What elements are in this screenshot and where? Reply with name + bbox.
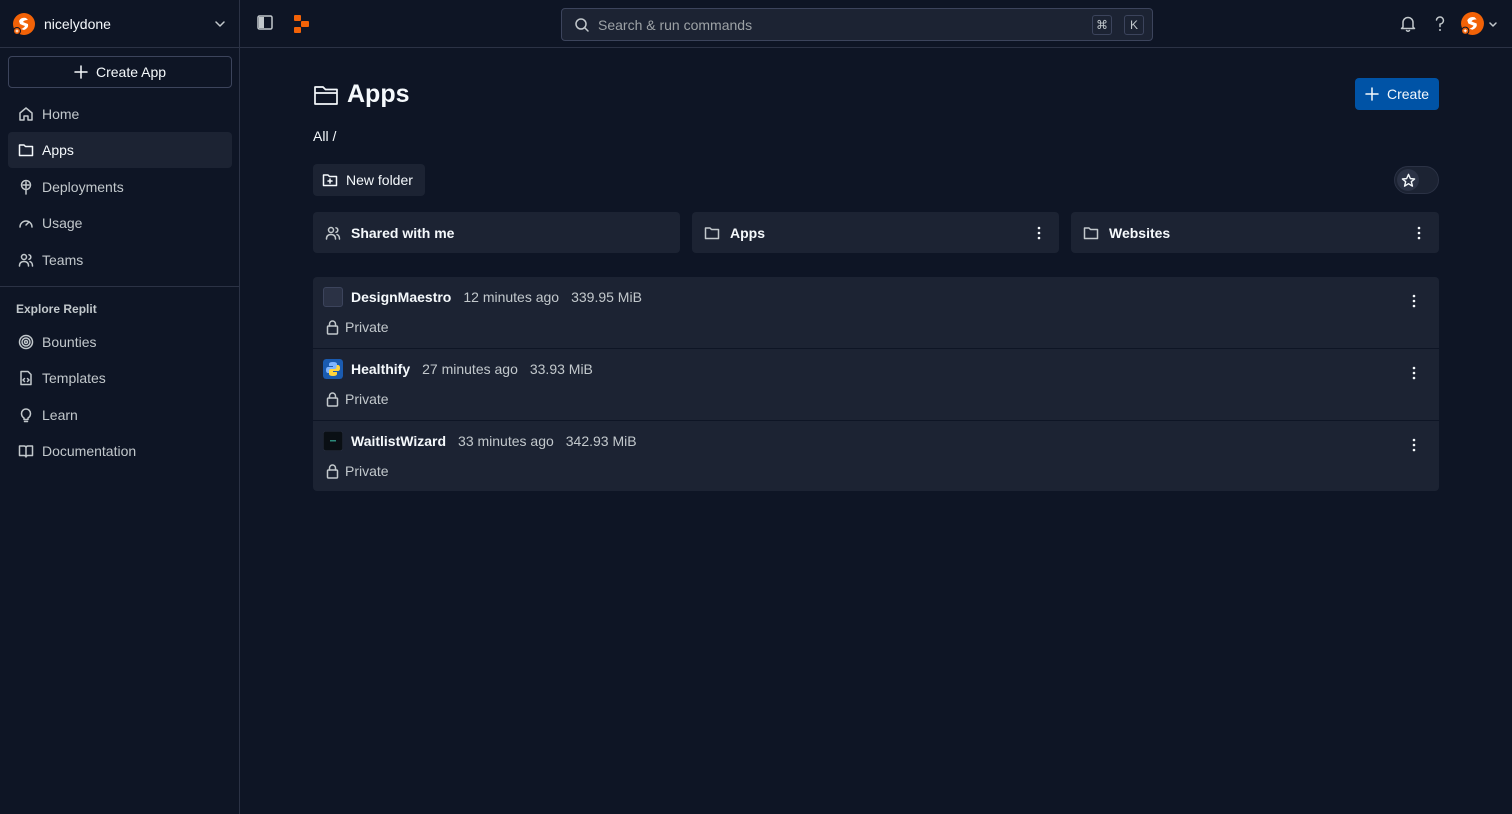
folder-label: Shared with me [351, 224, 455, 241]
folder-websites[interactable]: Websites [1071, 212, 1439, 253]
shortcut-key-cmd: ⌘ [1092, 14, 1112, 35]
kebab-menu-icon[interactable] [1031, 225, 1047, 241]
new-folder-label: New folder [346, 172, 413, 188]
sidebar-item-home[interactable]: Home [8, 96, 232, 132]
bounty-icon [18, 334, 34, 350]
create-button[interactable]: Create [1355, 78, 1439, 110]
lock-icon [326, 319, 339, 335]
sidebar-item-label: Teams [42, 252, 84, 268]
folder-shared-with-me[interactable]: Shared with me [313, 212, 680, 253]
workspace-name: nicelydone [44, 16, 111, 32]
sidebar-item-learn[interactable]: Learn [8, 397, 232, 433]
app-row-waitlistwizard[interactable]: WaitlistWizard 33 minutes ago 342.93 MiB… [313, 420, 1439, 491]
folder-label: Apps [730, 224, 765, 241]
toggle-knob [1397, 169, 1419, 191]
users-icon [18, 253, 34, 267]
star-icon [1401, 173, 1415, 187]
app-row-designmaestro[interactable]: DesignMaestro 12 minutes ago 339.95 MiB … [313, 277, 1439, 348]
sidebar-item-label: Deployments [42, 179, 124, 195]
lock-icon [326, 463, 339, 479]
search-placeholder: Search & run commands [598, 16, 753, 33]
lock-icon [326, 391, 339, 407]
kebab-menu-icon[interactable] [1406, 437, 1422, 453]
users-icon [325, 226, 341, 240]
favorites-toggle[interactable] [1394, 166, 1439, 194]
new-folder-button[interactable]: New folder [313, 164, 425, 196]
sidebar-divider [0, 286, 240, 287]
home-icon [19, 107, 33, 121]
help-icon[interactable] [1433, 15, 1447, 33]
app-list: DesignMaestro 12 minutes ago 339.95 MiB … [313, 277, 1439, 491]
folder-icon [1083, 226, 1099, 239]
chevron-down-icon [215, 21, 225, 27]
sidebar-item-label: Templates [42, 370, 106, 386]
app-visibility: Private [345, 391, 389, 407]
gauge-icon [19, 220, 33, 228]
topbar-divider [0, 47, 1512, 48]
workspace-switcher[interactable]: nicelydone [8, 8, 232, 40]
app-time: 33 minutes ago [458, 433, 554, 449]
command-search-bar[interactable]: Search & run commands ⌘ K [561, 8, 1153, 41]
explore-heading: Explore Replit [16, 302, 97, 316]
deployments-icon [20, 179, 32, 195]
sidebar: nicelydone Create App Home Apps Deployme… [0, 0, 240, 814]
sidebar-item-documentation[interactable]: Documentation [8, 433, 232, 469]
bell-icon[interactable] [1400, 15, 1416, 33]
folder-plus-icon [322, 174, 338, 187]
folder-icon [18, 144, 34, 157]
search-icon [575, 17, 589, 32]
shortcut-key-k: K [1124, 14, 1144, 35]
app-time: 12 minutes ago [463, 289, 560, 305]
sidebar-toggle-icon[interactable] [257, 14, 273, 32]
lightbulb-icon [20, 408, 32, 423]
replit-logo-icon[interactable] [293, 15, 310, 33]
breadcrumb[interactable]: All / [313, 128, 336, 144]
app-time: 27 minutes ago [422, 361, 518, 377]
app-name[interactable]: Healthify [351, 361, 410, 377]
sidebar-item-deployments[interactable]: Deployments [8, 169, 232, 205]
app-size: 339.95 MiB [571, 289, 642, 305]
python-icon [323, 359, 343, 379]
app-name[interactable]: WaitlistWizard [351, 433, 446, 449]
sidebar-item-bounties[interactable]: Bounties [8, 324, 232, 360]
user-menu[interactable] [1460, 11, 1498, 36]
plus-icon [74, 65, 88, 79]
create-app-label: Create App [95, 64, 167, 80]
kebab-menu-icon[interactable] [1411, 225, 1427, 241]
app-icon [323, 431, 343, 451]
sidebar-item-label: Apps [42, 142, 74, 158]
workspace-avatar [13, 13, 35, 35]
app-name[interactable]: DesignMaestro [351, 289, 451, 305]
app-size: 33.93 MiB [529, 361, 593, 377]
template-icon [20, 370, 32, 386]
book-icon [18, 445, 34, 458]
app-row-healthify[interactable]: Healthify 27 minutes ago 33.93 MiB Priva… [313, 348, 1439, 419]
page-title: Apps [313, 80, 410, 109]
folder-label: Websites [1109, 224, 1171, 241]
folder-icon [704, 226, 720, 239]
sidebar-item-label: Documentation [42, 443, 137, 459]
app-visibility: Private [345, 319, 389, 335]
page-title-text: Apps [347, 80, 410, 108]
sidebar-item-templates[interactable]: Templates [8, 360, 232, 396]
sidebar-item-label: Usage [42, 215, 83, 231]
plus-icon [1365, 87, 1379, 101]
app-size: 342.93 MiB [565, 433, 637, 449]
folder-icon [314, 85, 338, 105]
app-visibility: Private [345, 463, 389, 479]
sidebar-item-label: Bounties [42, 334, 97, 350]
create-app-button[interactable]: Create App [8, 56, 232, 88]
sidebar-item-label: Home [42, 106, 80, 122]
sidebar-item-apps[interactable]: Apps [8, 132, 232, 168]
sidebar-item-teams[interactable]: Teams [8, 242, 232, 278]
sidebar-item-usage[interactable]: Usage [8, 205, 232, 241]
chevron-down-icon [1489, 21, 1497, 27]
app-icon [323, 287, 343, 307]
folder-apps[interactable]: Apps [692, 212, 1059, 253]
user-avatar [1461, 12, 1484, 35]
kebab-menu-icon[interactable] [1406, 365, 1422, 381]
create-button-label: Create [1386, 86, 1430, 102]
sidebar-item-label: Learn [42, 407, 78, 423]
kebab-menu-icon[interactable] [1406, 293, 1422, 309]
